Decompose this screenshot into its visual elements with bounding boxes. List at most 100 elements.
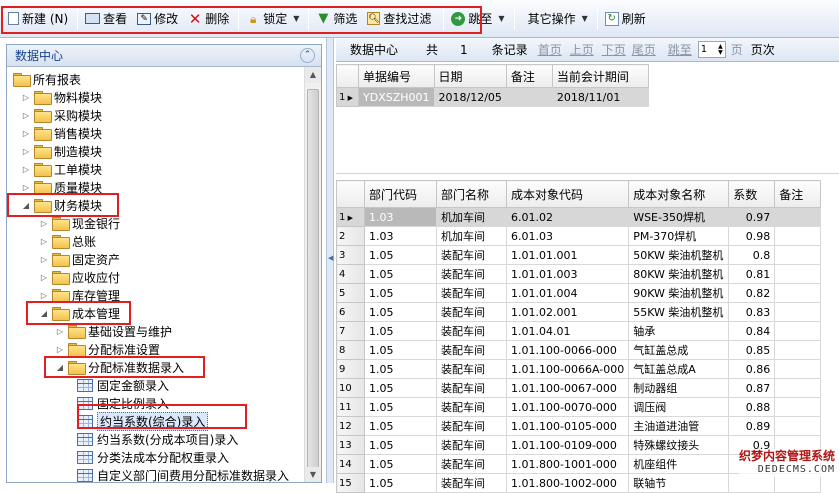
collapsed-arrow-icon[interactable]: ▷ [55,327,65,336]
collapse-icon[interactable]: ⌃ [300,48,315,63]
row-number[interactable]: 3 [337,246,365,265]
table-cell[interactable]: 装配车间 [437,455,507,474]
goto-page-link[interactable]: 跳至 [668,41,692,58]
column-header[interactable]: 部门名称 [437,181,507,208]
table-cell[interactable]: 50KW 柴油机整机 [629,246,729,265]
tree-item[interactable]: ◢成本管理 [39,304,120,322]
tree-item[interactable]: 约当系数(分成本项目)录入 [77,430,238,448]
view-button[interactable]: 查看 [81,7,131,31]
table-cell[interactable]: 1.05 [365,284,437,303]
table-cell[interactable]: 机座组件 [629,455,729,474]
table-cell[interactable]: 装配车间 [437,398,507,417]
table-cell[interactable]: 1.01.01.001 [507,246,629,265]
tree-item[interactable]: ▷现金银行 [39,214,120,232]
jump-button[interactable]: ➜ 跳至 ▼ [447,7,508,31]
tree-scrollbar[interactable]: ▲ ▼ [304,67,321,483]
table-row[interactable]: 71.05装配车间1.01.04.01轴承0.84 [337,322,821,341]
table-cell[interactable]: 1.01.04.01 [507,322,629,341]
table-cell[interactable]: 1.01.100-0067-000 [507,379,629,398]
table-cell[interactable]: 0.89 [729,417,775,436]
row-number[interactable]: 5 [337,284,365,303]
table-cell[interactable] [775,398,821,417]
tree-item[interactable]: 固定金额录入 [77,376,169,394]
table-cell[interactable]: 1.01.01.004 [507,284,629,303]
page-number-input[interactable]: 1 ▲▼ [698,41,726,58]
table-cell[interactable]: 0.85 [729,341,775,360]
table-row[interactable]: 101.05装配车间1.01.100-0067-000制动器组0.87 [337,379,821,398]
table-cell[interactable]: 0.86 [729,360,775,379]
table-cell[interactable]: 装配车间 [437,303,507,322]
table-cell[interactable]: 80KW 柴油机整机 [629,265,729,284]
prev-page-link[interactable]: 上页 [570,41,594,58]
row-number[interactable]: 14 [337,455,365,474]
first-page-link[interactable]: 首页 [538,41,562,58]
tree-item[interactable]: ▷工单模块 [21,160,102,178]
table-cell[interactable]: 2018/11/01 [552,88,648,107]
new-button[interactable]: 新建 (N) [4,7,72,31]
table-row[interactable]: 31.05装配车间1.01.01.00150KW 柴油机整机0.8 [337,246,821,265]
table-cell[interactable]: 1.03 [365,208,437,227]
tree-item[interactable]: 固定比例录入 [77,394,169,412]
table-row[interactable]: 41.05装配车间1.01.01.00380KW 柴油机整机0.81 [337,265,821,284]
row-number[interactable]: 7 [337,322,365,341]
table-cell[interactable]: 1.01.100-0105-000 [507,417,629,436]
table-cell[interactable]: 装配车间 [437,246,507,265]
table-cell[interactable] [775,417,821,436]
find-filter-button[interactable]: 🔍︎ 查找过滤 [363,7,435,31]
table-cell[interactable]: 制动器组 [629,379,729,398]
tree-item[interactable]: 自定义部门间费用分配标准数据录入 [77,466,289,483]
collapsed-arrow-icon[interactable]: ▷ [21,111,31,120]
table-cell[interactable]: 装配车间 [437,341,507,360]
collapsed-arrow-icon[interactable]: ▷ [21,183,31,192]
table-row[interactable]: 111.05装配车间1.01.100-0070-000调压阀0.88 [337,398,821,417]
tree-item[interactable]: 所有报表 [13,70,81,88]
column-header[interactable]: 成本对象代码 [507,181,629,208]
table-row[interactable]: 21.03机加车间6.01.03PM-370焊机0.98 [337,227,821,246]
chevron-down-icon[interactable]: ▼ [293,14,299,23]
scroll-up-icon[interactable]: ▲ [305,67,321,83]
table-cell[interactable]: 1.01.100-0109-000 [507,436,629,455]
column-header[interactable]: 备注 [775,181,821,208]
table-cell[interactable]: 55KW 柴油机整机 [629,303,729,322]
column-header[interactable]: 日期 [434,65,506,88]
table-cell[interactable]: 0.98 [729,227,775,246]
collapsed-arrow-icon[interactable]: ▷ [39,291,49,300]
table-row[interactable]: 91.05装配车间1.01.100-0066A-000气缸盖总成A0.86 [337,360,821,379]
collapsed-arrow-icon[interactable]: ▷ [21,147,31,156]
table-row[interactable]: 1 ▶YDXSZH0012018/12/052018/11/01 [337,88,649,107]
panel-splitter[interactable]: ◀ [326,38,334,483]
collapsed-arrow-icon[interactable]: ▷ [21,93,31,102]
tree-item[interactable]: ▷基础设置与维护 [55,322,172,340]
refresh-button[interactable]: ↻ 刷新 [601,7,650,31]
chevron-down-icon[interactable]: ▼ [498,14,504,23]
expanded-arrow-icon[interactable]: ◢ [39,309,49,318]
tree-item[interactable]: ◢分配标准数据录入 [55,358,184,376]
table-cell[interactable]: 气缸盖总成 [629,341,729,360]
table-cell[interactable]: 装配车间 [437,436,507,455]
tree-item[interactable]: ▷总账 [39,232,96,250]
table-cell[interactable]: 装配车间 [437,322,507,341]
table-cell[interactable]: 装配车间 [437,379,507,398]
table-cell[interactable]: 1.01.100-0066-000 [507,341,629,360]
scroll-down-icon[interactable]: ▼ [305,467,321,483]
table-cell[interactable] [775,227,821,246]
table-cell[interactable]: 1.05 [365,455,437,474]
tree-item[interactable]: ▷应收应付 [39,268,120,286]
table-cell[interactable]: 1.05 [365,436,437,455]
table-cell[interactable] [775,341,821,360]
table-cell[interactable]: 1.03 [365,227,437,246]
row-number[interactable]: 11 [337,398,365,417]
column-header[interactable]: 成本对象名称 [629,181,729,208]
table-cell[interactable] [775,303,821,322]
row-number[interactable]: 1 ▶ [337,208,365,227]
table-cell[interactable]: 1.01.100-0066A-000 [507,360,629,379]
column-header[interactable]: 单据编号 [359,65,435,88]
filter-button[interactable]: ▼ 筛选 [312,7,361,31]
scroll-thumb[interactable] [307,89,319,469]
table-cell[interactable]: 0.83 [729,303,775,322]
table-cell[interactable]: 1.05 [365,246,437,265]
table-cell[interactable]: 调压阀 [629,398,729,417]
collapsed-arrow-icon[interactable]: ▷ [21,129,31,138]
row-number[interactable]: 15 [337,474,365,493]
delete-button[interactable]: ✕ 删除 [184,7,233,31]
